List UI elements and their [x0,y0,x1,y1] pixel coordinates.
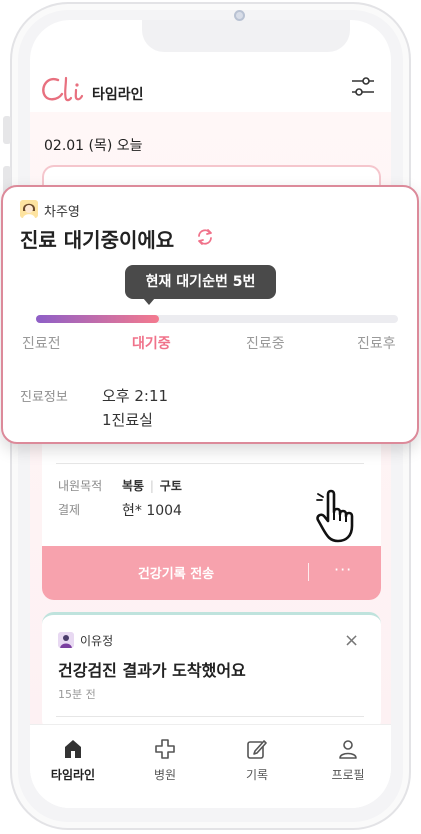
divider [56,463,364,464]
progress-track [36,315,398,323]
queue-number-tooltip: 현재 대기순번 5번 [125,265,276,299]
notification-title: 건강검진 결과가 도착했어요 [58,661,246,680]
payment-row: 결제 [58,501,80,518]
more-options-button[interactable]: ··· [334,560,352,579]
step-in-progress: 진료중 [246,336,285,352]
payment-value: 현* 1004 [122,503,182,519]
purpose-row: 내원목적 [58,477,102,494]
close-icon[interactable]: × [344,630,359,651]
detail-label: 진료정보 [20,390,68,405]
nav-label: 병원 [153,768,177,782]
send-health-record-label[interactable]: 건강기록 전송 [42,563,310,582]
nav-label: 프로필 [331,768,365,782]
detail-time: 오후 2:11 [102,387,169,405]
mute-switch [3,116,11,144]
filter-sliders-icon[interactable] [350,74,376,100]
purpose-value-2: 구토 [159,479,182,493]
nav-label: 기록 [245,768,269,782]
progress-fill [36,315,160,323]
step-after: 진료후 [357,336,396,352]
nav-item-hospital[interactable]: 병원 [135,734,195,783]
front-camera [234,10,245,21]
purpose-value-1: 복통 [122,479,145,493]
purpose-label: 내원목적 [58,479,103,493]
timeline-date-label: 02.01 (목) 오늘 [44,138,143,154]
notification-time: 15분 전 [58,688,96,701]
user-icon [339,740,357,759]
status-title: 진료 대기중이에요 [20,228,175,252]
divider [56,716,364,717]
page-title: 타임라인 [92,87,144,103]
tooltip-tail [143,298,155,305]
nav-item-timeline[interactable]: 타임라인 [43,734,103,783]
home-icon [65,740,81,758]
step-waiting: 대기중 [132,336,171,352]
user-avatar-icon [58,632,74,648]
hand-pointer-icon [316,489,354,543]
notification-user-name: 이유정 [80,634,114,648]
payment-value-row: 현* 1004 [122,500,182,520]
nav-item-profile[interactable]: 프로필 [318,734,378,783]
edit-icon [247,740,267,759]
patient-name: 차주영 [44,205,80,220]
nav-item-records[interactable]: 기록 [227,734,287,783]
payment-label: 결제 [58,503,81,517]
nav-label: 타임라인 [50,768,96,782]
button-separator [308,563,309,581]
detail-room: 1진료실 [102,411,153,429]
notch [142,20,350,52]
cli-logo-icon[interactable] [40,74,88,104]
step-before: 진료전 [22,336,61,352]
user-avatar-icon [20,200,38,218]
value-separator: | [149,479,154,493]
refresh-icon[interactable] [196,228,214,246]
hospital-cross-icon [155,739,175,759]
purpose-values: 복통 | 구토 [122,477,182,494]
